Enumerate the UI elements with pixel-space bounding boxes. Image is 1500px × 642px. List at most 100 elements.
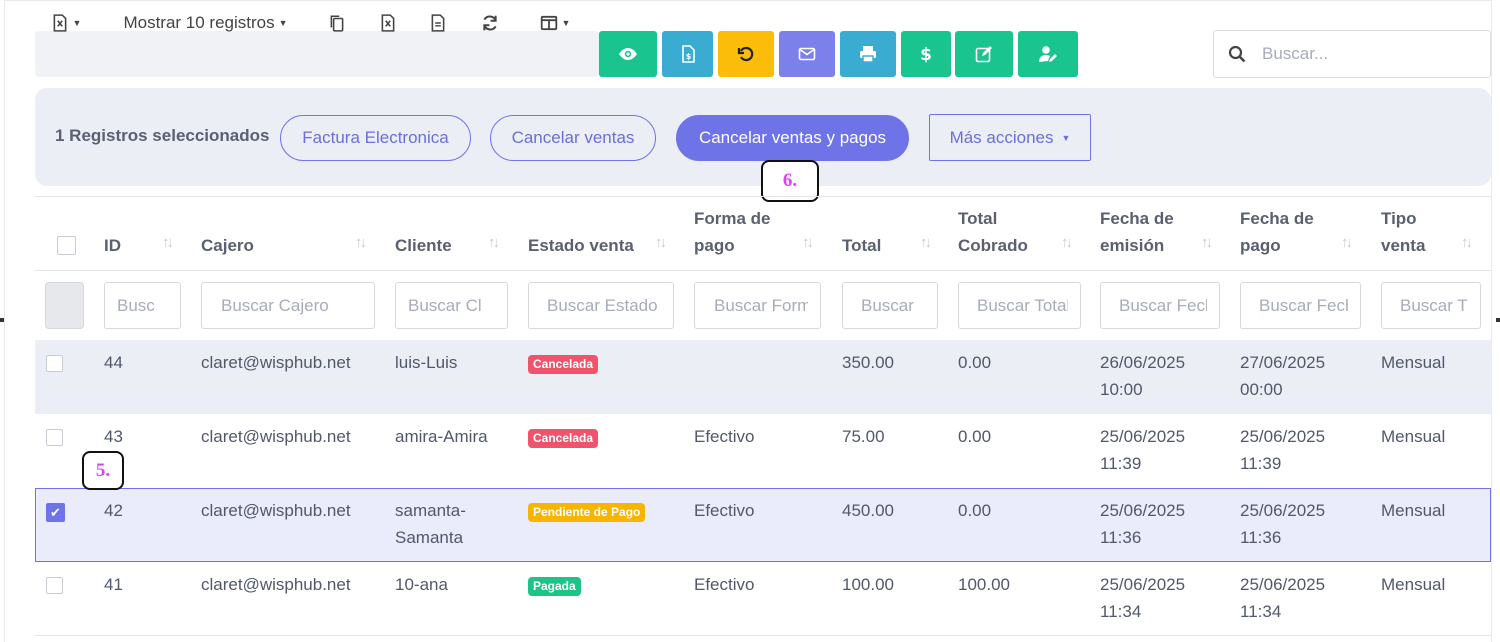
- cell-id: 41: [104, 575, 123, 594]
- cell-fecha-emision: 25/06/2025 11:34: [1100, 571, 1185, 625]
- refresh-button[interactable]: [470, 0, 510, 46]
- excel-button[interactable]: [369, 0, 407, 46]
- cell-fecha-pago: 25/06/2025 11:39: [1240, 423, 1325, 477]
- cell-total: 75.00: [842, 427, 885, 446]
- filter-forma-input[interactable]: [694, 282, 821, 329]
- cell-tipo-venta: Mensual: [1381, 501, 1446, 520]
- cell-total: 450.00: [842, 501, 894, 520]
- time-line: 11:39: [1100, 454, 1142, 473]
- file-invoice-dollar-icon: $: [681, 45, 695, 63]
- caret-down-icon: ▼: [1061, 132, 1071, 143]
- col-header-estado-venta[interactable]: Estado venta: [528, 232, 634, 259]
- filter-id-input[interactable]: [104, 282, 181, 329]
- cancelar-ventas-pagos-button[interactable]: Cancelar ventas y pagos: [676, 115, 909, 161]
- sort-icon[interactable]: ↑↓: [355, 234, 367, 251]
- col-header-line: venta: [1381, 236, 1426, 255]
- caret-down-icon: ▼: [72, 18, 82, 28]
- filter-estado-input[interactable]: [528, 282, 674, 329]
- sort-icon[interactable]: ↑↓: [1061, 234, 1073, 251]
- page-length-label: Mostrar 10 registros: [123, 13, 275, 32]
- filter-cliente-input[interactable]: [395, 282, 508, 329]
- time-line: 11:34: [1100, 602, 1142, 621]
- search-input[interactable]: [1260, 43, 1464, 65]
- dollar-icon: $: [920, 45, 932, 64]
- undo-button[interactable]: [718, 31, 774, 77]
- filter-tipo-input[interactable]: [1381, 282, 1481, 329]
- cell-fecha-emision: 26/06/2025 10:00: [1100, 349, 1185, 403]
- sort-icon[interactable]: ↑↓: [1201, 234, 1213, 251]
- row-checkbox[interactable]: [46, 355, 63, 372]
- sort-icon[interactable]: ↑↓: [920, 234, 932, 251]
- copy-button[interactable]: [318, 0, 356, 46]
- col-header-cliente[interactable]: Cliente: [395, 232, 452, 259]
- email-button[interactable]: [779, 31, 835, 77]
- row-checkbox-checked[interactable]: ✔: [46, 503, 65, 522]
- date-line: 25/06/2025: [1240, 575, 1326, 594]
- csv-button[interactable]: [419, 0, 457, 46]
- copy-icon: [330, 15, 344, 32]
- col-header-tipo-venta[interactable]: Tipo venta: [1381, 205, 1425, 259]
- print-button[interactable]: [840, 31, 896, 77]
- col-header-forma-pago[interactable]: Forma de pago: [694, 205, 771, 259]
- factura-electronica-button[interactable]: Factura Electronica: [280, 115, 471, 161]
- cell-cajero: claret@wisphub.net: [201, 353, 351, 372]
- cancelar-ventas-button[interactable]: Cancelar ventas: [490, 115, 656, 161]
- sort-icon[interactable]: ↑↓: [1341, 234, 1353, 251]
- date-line: 26/06/2025: [1100, 353, 1186, 372]
- filter-pago-input[interactable]: [1240, 282, 1361, 329]
- time-line: 00:00: [1240, 380, 1283, 399]
- cell-cliente: luis-Luis: [395, 353, 458, 372]
- edge-mark-left: [0, 318, 4, 322]
- row-checkbox[interactable]: [46, 429, 63, 446]
- envelope-icon: [798, 47, 816, 61]
- col-header-line: Fecha de: [1100, 209, 1174, 228]
- assign-user-button[interactable]: [1018, 31, 1078, 77]
- filter-cobrado-input[interactable]: [958, 282, 1081, 329]
- row-checkbox[interactable]: [46, 577, 63, 594]
- sort-icon[interactable]: ↑↓: [488, 234, 500, 251]
- col-header-total-cobrado[interactable]: Total Cobrado: [958, 205, 1028, 259]
- printer-icon: [860, 46, 876, 63]
- col-header-cajero[interactable]: Cajero: [201, 232, 254, 259]
- time-line: 11:36: [1100, 528, 1142, 547]
- mas-acciones-dropdown[interactable]: Más acciones ▼: [929, 114, 1091, 161]
- filter-cajero-input[interactable]: [201, 282, 375, 329]
- columns-dropdown[interactable]: ▼: [527, 0, 583, 46]
- cell-id: 44: [104, 353, 123, 372]
- date-line: 25/06/2025: [1240, 427, 1326, 446]
- col-header-id[interactable]: ID: [104, 232, 121, 259]
- cell-cliente: amira-Amira: [395, 427, 488, 446]
- global-search[interactable]: [1213, 30, 1491, 78]
- date-line: 25/06/2025: [1100, 575, 1186, 594]
- page-length-dropdown[interactable]: Mostrar 10 registros ▼: [108, 0, 303, 46]
- invoice-button[interactable]: $: [662, 31, 713, 77]
- date-line: 25/06/2025: [1100, 427, 1186, 446]
- file-text-icon: [431, 14, 445, 32]
- cell-total-cobrado: 100.00: [958, 575, 1010, 594]
- sort-icon[interactable]: ↑↓: [802, 234, 814, 251]
- cell-forma-pago: Efectivo: [694, 575, 755, 594]
- payment-button[interactable]: $: [901, 31, 951, 77]
- edit-button[interactable]: [955, 31, 1013, 77]
- view-button[interactable]: [599, 31, 657, 77]
- col-header-fecha-emision[interactable]: Fecha de emisión: [1100, 205, 1174, 259]
- sort-icon[interactable]: ↑↓: [655, 234, 667, 251]
- col-header-fecha-pago[interactable]: Fecha de pago: [1240, 205, 1314, 259]
- cell-total: 100.00: [842, 575, 894, 594]
- sort-icon[interactable]: ↑↓: [162, 234, 174, 251]
- client-line: Samanta: [395, 528, 464, 547]
- edge-mark-right: [1496, 318, 1500, 322]
- header-bottom-border: [35, 270, 1491, 271]
- time-line: 11:39: [1240, 454, 1282, 473]
- filter-emision-input[interactable]: [1100, 282, 1220, 329]
- date-line: 25/06/2025: [1240, 501, 1326, 520]
- col-header-total[interactable]: Total: [842, 232, 881, 259]
- caret-down-icon: ▼: [561, 18, 571, 28]
- export-excel-dropdown[interactable]: ▼: [44, 0, 88, 46]
- time-line: 10:00: [1100, 380, 1143, 399]
- sort-icon[interactable]: ↑↓: [1461, 234, 1473, 251]
- filter-total-input[interactable]: [842, 282, 938, 329]
- select-all-checkbox[interactable]: [57, 236, 76, 255]
- cell-fecha-pago: 25/06/2025 11:34: [1240, 571, 1325, 625]
- status-badge: Cancelada: [528, 355, 599, 374]
